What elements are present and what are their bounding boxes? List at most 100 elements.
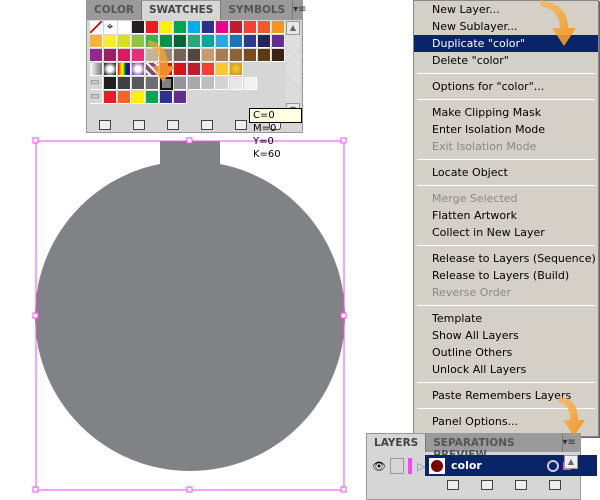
menu-item[interactable]: Locate Object	[414, 164, 598, 181]
swatch[interactable]	[188, 21, 201, 34]
swatch[interactable]	[188, 77, 201, 90]
swatch[interactable]	[230, 77, 243, 90]
swatch[interactable]	[230, 21, 243, 34]
swatch[interactable]	[146, 49, 159, 62]
swatch[interactable]	[174, 91, 187, 104]
show-swatch-kinds-icon[interactable]	[133, 119, 145, 130]
swatch[interactable]	[174, 63, 187, 76]
swatch[interactable]	[118, 91, 131, 104]
swatch[interactable]	[160, 91, 173, 104]
scrollbar[interactable]: ▲ ▼	[286, 21, 300, 117]
new-color-group-icon[interactable]	[201, 119, 213, 130]
swatch[interactable]	[118, 49, 131, 62]
menu-item[interactable]: Make Clipping Mask	[414, 104, 598, 121]
swatch[interactable]	[244, 77, 257, 90]
swatch[interactable]	[216, 35, 229, 48]
swatch[interactable]	[202, 77, 215, 90]
menu-item[interactable]: Template	[414, 310, 598, 327]
menu-item[interactable]: Panel Options...	[414, 413, 598, 430]
swatch[interactable]	[258, 35, 271, 48]
tab-color[interactable]: COLOR	[87, 1, 142, 20]
swatch[interactable]	[146, 91, 159, 104]
swatch[interactable]	[174, 49, 187, 62]
color-group-folder-icon[interactable]: ▭	[90, 91, 103, 104]
menu-item[interactable]: Show All Layers	[414, 327, 598, 344]
swatch[interactable]	[216, 49, 229, 62]
swatch[interactable]	[244, 35, 257, 48]
trash-icon[interactable]	[549, 480, 561, 490]
tab-separations-preview[interactable]: SEPARATIONS PREVIEW	[426, 434, 563, 461]
panel-menu-icon[interactable]: ▾≡	[293, 1, 306, 20]
swatch[interactable]	[244, 21, 257, 34]
swatch[interactable]	[160, 21, 173, 34]
swatch[interactable]	[216, 77, 229, 90]
swatch[interactable]	[132, 21, 145, 34]
swatch[interactable]	[146, 63, 159, 76]
swatch[interactable]	[146, 35, 159, 48]
swatch[interactable]	[216, 21, 229, 34]
swatch[interactable]	[272, 35, 285, 48]
swatch[interactable]	[90, 21, 103, 34]
menu-item[interactable]: Delete "color"	[414, 52, 598, 69]
swatch-options-icon[interactable]	[167, 119, 179, 130]
swatch[interactable]: ⌖	[104, 21, 117, 34]
swatch[interactable]	[202, 63, 215, 76]
menu-item[interactable]: Options for "color"...	[414, 78, 598, 95]
swatch[interactable]	[258, 21, 271, 34]
swatch[interactable]	[132, 91, 145, 104]
swatch[interactable]	[132, 49, 145, 62]
swatch[interactable]	[132, 35, 145, 48]
swatch[interactable]	[90, 35, 103, 48]
color-group-folder-icon[interactable]: ▭	[90, 77, 103, 90]
swatch[interactable]	[202, 21, 215, 34]
menu-item[interactable]: Release to Layers (Sequence)	[414, 250, 598, 267]
swatch[interactable]	[132, 63, 145, 76]
swatch[interactable]	[230, 49, 243, 62]
locate-object-icon[interactable]	[447, 480, 459, 490]
menu-item[interactable]: Collect in New Layer	[414, 224, 598, 241]
swatch[interactable]	[272, 21, 285, 34]
swatch[interactable]	[104, 63, 117, 76]
lock-toggle[interactable]	[390, 458, 404, 474]
swatch[interactable]	[104, 91, 117, 104]
menu-item[interactable]: Enter Isolation Mode	[414, 121, 598, 138]
menu-item[interactable]: Outline Others	[414, 344, 598, 361]
swatch[interactable]	[146, 21, 159, 34]
swatch[interactable]	[118, 77, 131, 90]
scroll-up-icon[interactable]: ▲	[564, 455, 578, 469]
swatch[interactable]	[202, 49, 215, 62]
visibility-eye-icon[interactable]: 👁	[372, 460, 386, 473]
swatch[interactable]	[188, 49, 201, 62]
swatch[interactable]	[118, 35, 131, 48]
swatch[interactable]	[160, 35, 173, 48]
swatch[interactable]	[160, 49, 173, 62]
swatch[interactable]	[118, 21, 131, 34]
swatch[interactable]	[118, 63, 131, 76]
layer-row[interactable]: 👁 ▷ color	[367, 455, 597, 477]
swatch[interactable]	[90, 63, 103, 76]
menu-item[interactable]: Release to Layers (Build)	[414, 267, 598, 284]
menu-item[interactable]: Flatten Artwork	[414, 207, 598, 224]
swatch[interactable]	[104, 49, 117, 62]
swatch[interactable]	[104, 77, 117, 90]
new-layer-icon[interactable]	[515, 480, 527, 490]
swatch[interactable]	[258, 49, 271, 62]
menu-item[interactable]: Unlock All Layers	[414, 361, 598, 378]
swatch[interactable]	[174, 77, 187, 90]
swatch[interactable]	[216, 63, 229, 76]
swatch[interactable]	[230, 63, 243, 76]
menu-item[interactable]: Duplicate "color"	[414, 35, 598, 52]
layer-name[interactable]: color	[451, 459, 482, 472]
panel-menu-icon[interactable]: ▾≡	[563, 434, 580, 452]
tab-symbols[interactable]: SYMBOLS	[221, 1, 294, 20]
make-clipping-mask-icon[interactable]	[481, 480, 493, 490]
target-icon[interactable]	[547, 459, 559, 472]
swatch[interactable]	[174, 21, 187, 34]
tab-swatches[interactable]: SWATCHES	[141, 1, 222, 20]
menu-item[interactable]: New Sublayer...	[414, 18, 598, 35]
scroll-up-icon[interactable]: ▲	[286, 21, 300, 35]
swatch[interactable]	[188, 35, 201, 48]
menu-item[interactable]: New Layer...	[414, 1, 598, 18]
swatch[interactable]	[146, 77, 159, 90]
swatch[interactable]	[104, 35, 117, 48]
